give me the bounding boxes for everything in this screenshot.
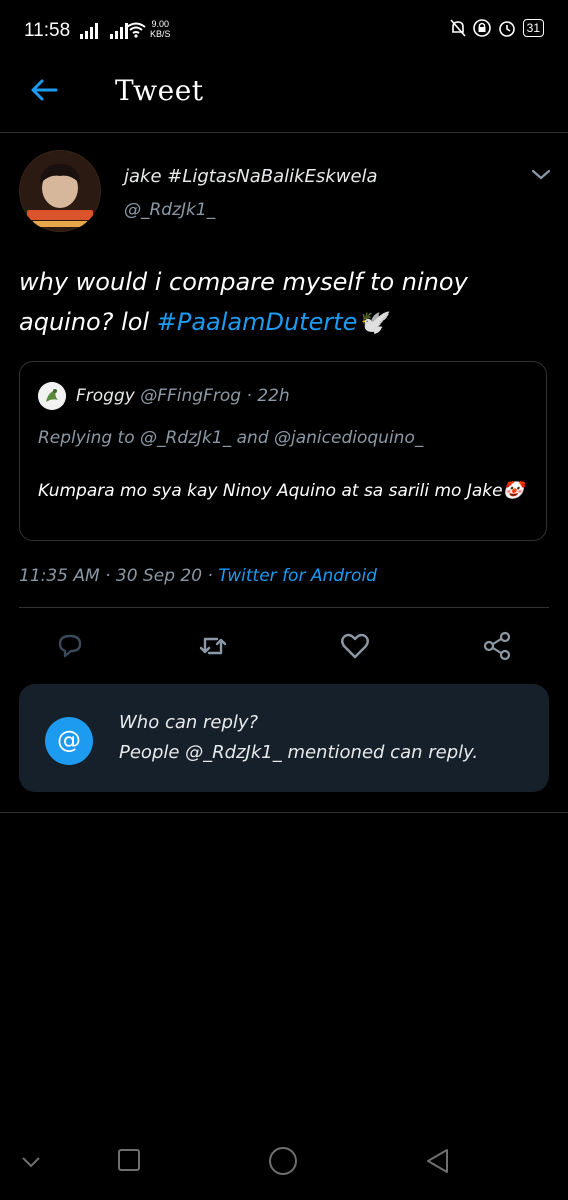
- status-time: 11:58: [24, 20, 71, 41]
- top-bar: Tweet: [0, 62, 568, 133]
- like-icon[interactable]: [339, 630, 371, 662]
- tweet-hashtag[interactable]: #PaalamDuterte: [157, 308, 358, 336]
- meta-separator-2: ·: [207, 566, 213, 586]
- page-title: Tweet: [115, 74, 204, 107]
- lock-icon: [472, 19, 491, 37]
- replying-user-1: @_RdzJk1_: [140, 428, 232, 448]
- quote-author-handle: @FFingFrog: [140, 386, 242, 406]
- quote-header: Froggy @FFingFrog · 22h: [76, 386, 290, 406]
- who-can-reply-card: @ Who can reply? People @_RdzJk1_ mentio…: [19, 684, 549, 792]
- tweet-date: 30 Sep 20: [115, 566, 203, 586]
- network-speed: 9.00 KB/S: [150, 19, 171, 39]
- author-name[interactable]: jake #LigtasNaBalikEskwela: [124, 166, 378, 187]
- action-bar: [19, 622, 549, 674]
- retweet-icon[interactable]: [197, 630, 229, 662]
- wifi-icon: [126, 22, 146, 38]
- tweet-text: why would i compare myself to ninoy aqui…: [19, 262, 554, 342]
- share-icon[interactable]: [481, 630, 513, 662]
- tweet-meta: 11:35 AM · 30 Sep 20 · Twitter for Andro…: [19, 566, 377, 586]
- quoted-tweet[interactable]: Froggy @FFingFrog · 22h Replying to @_Rd…: [19, 361, 547, 541]
- quote-separator: ·: [246, 386, 252, 406]
- home-icon[interactable]: [268, 1146, 298, 1176]
- chevron-down-icon[interactable]: [20, 1154, 42, 1170]
- divider: [19, 607, 549, 608]
- system-nav-bar: [0, 1124, 568, 1200]
- who-can-reply-title: Who can reply?: [119, 712, 259, 733]
- who-can-reply-subtitle: People @_RdzJk1_ mentioned can reply.: [119, 742, 479, 763]
- reply-icon[interactable]: [54, 630, 86, 662]
- quote-avatar: [38, 382, 66, 410]
- tweet-source[interactable]: Twitter for Android: [218, 566, 377, 586]
- quote-text: Kumpara mo sya kay Ninoy Aquino at sa sa…: [38, 481, 524, 501]
- quote-time: 22h: [257, 386, 290, 406]
- network-speed-unit: KB/S: [150, 29, 171, 39]
- quote-replying-to: Replying to @_RdzJk1_ and @janicedioquin…: [38, 428, 423, 448]
- meta-separator-1: ·: [105, 566, 111, 586]
- alarm-icon: [498, 21, 515, 37]
- battery-indicator: 31: [522, 19, 544, 37]
- replying-user-2: @janicedioquino_: [274, 428, 424, 448]
- replying-and: and: [236, 428, 269, 448]
- author-handle[interactable]: @_RdzJk1_: [124, 200, 215, 220]
- tweet-time: 11:35 AM: [19, 566, 100, 586]
- recent-apps-icon[interactable]: [117, 1148, 141, 1172]
- quote-author-name: Froggy: [76, 386, 135, 406]
- mute-bell-icon: [450, 19, 466, 37]
- dove-emoji: 🕊️: [357, 308, 388, 336]
- divider: [0, 812, 568, 813]
- arrow-left-icon[interactable]: [28, 74, 60, 106]
- chevron-down-icon[interactable]: [530, 166, 552, 184]
- replying-prefix: Replying to: [38, 428, 135, 448]
- avatar[interactable]: [19, 150, 101, 232]
- network-speed-value: 9.00: [151, 19, 170, 29]
- status-bar: 11:58 9.00 KB/S 31: [0, 0, 568, 62]
- back-icon[interactable]: [425, 1148, 451, 1174]
- at-sign-icon: @: [45, 717, 93, 765]
